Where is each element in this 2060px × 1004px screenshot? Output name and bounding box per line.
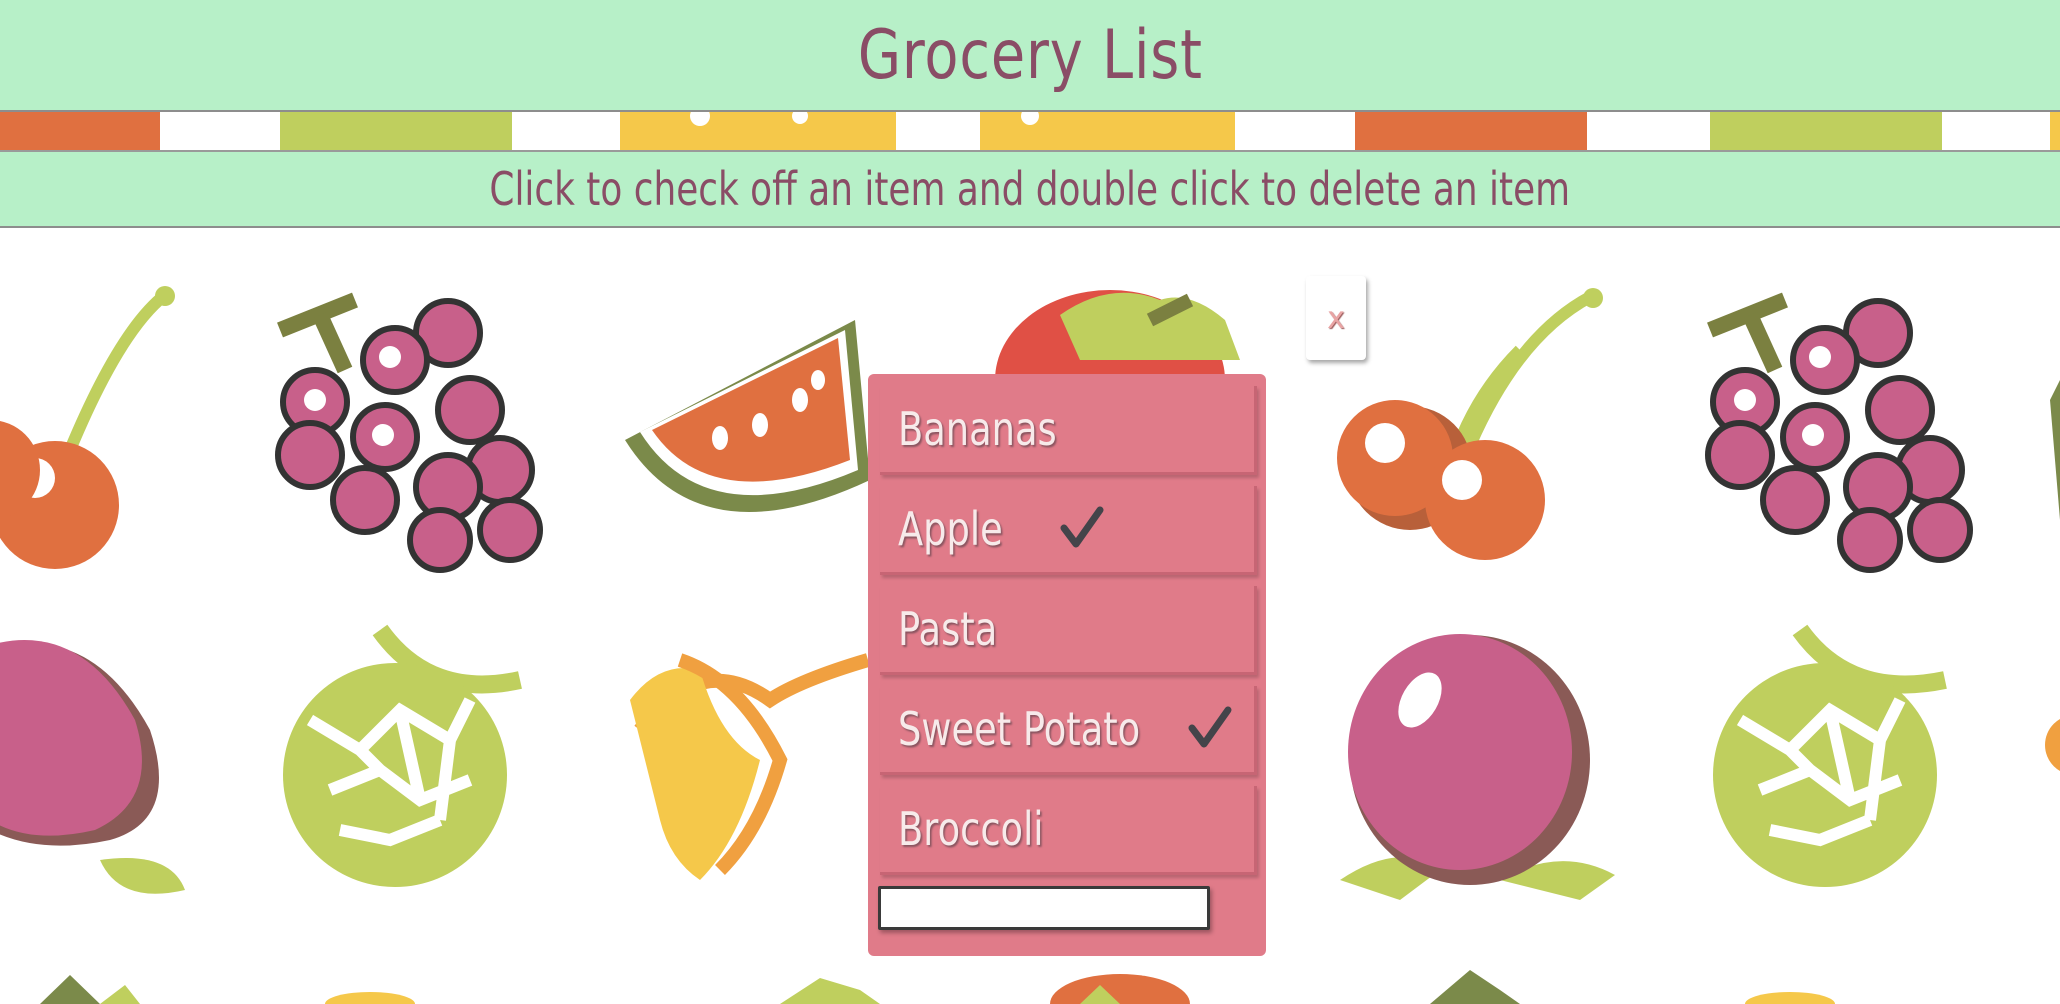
list-item-label: Bananas — [898, 402, 1057, 456]
watermelon-icon — [625, 320, 870, 512]
lemon-icon — [1745, 992, 1835, 1004]
new-item-input[interactable] — [878, 886, 1210, 930]
list-item-label: Broccoli — [898, 802, 1044, 856]
instructions-bar: Click to check off an item and double cl… — [0, 150, 2060, 228]
fruit-strip — [0, 106, 2060, 150]
peach-icon — [1340, 634, 1615, 900]
melon-icon — [283, 624, 522, 887]
grapes-icon — [275, 292, 543, 573]
list-item[interactable]: Broccoli — [880, 786, 1257, 875]
pineapple-icon — [1430, 970, 1520, 1004]
list-item-label: Apple — [898, 502, 1003, 556]
orange-icon — [2045, 719, 2060, 771]
checkmark-icon — [1060, 506, 1104, 548]
list-item-label: Pasta — [898, 602, 998, 656]
pineapple-icon — [780, 978, 880, 1004]
page-title: Grocery List — [857, 15, 1203, 95]
checkmark-icon — [1188, 706, 1232, 748]
cherry-icon — [0, 286, 175, 569]
list-item[interactable]: Sweet Potato — [880, 686, 1257, 775]
orange-icon — [1050, 974, 1190, 1004]
melon-icon — [1713, 624, 1947, 887]
peach-icon — [0, 640, 185, 894]
cherry-icon — [1337, 288, 1603, 560]
instructions-text: Click to check off an item and double cl… — [489, 162, 1571, 216]
watermelon-icon — [2050, 380, 2060, 520]
lemon-icon — [325, 992, 415, 1004]
close-button[interactable]: x — [1306, 276, 1366, 360]
close-icon: x — [1327, 300, 1345, 336]
grapes-icon — [1705, 292, 1973, 573]
app-header: Grocery List — [0, 0, 2060, 112]
list-item[interactable]: Bananas — [880, 386, 1257, 475]
list-item[interactable]: Apple — [880, 486, 1257, 575]
pineapple-icon — [40, 975, 140, 1004]
banana-icon — [630, 653, 870, 880]
list-item-label: Sweet Potato — [898, 702, 1141, 756]
grocery-list-panel: Bananas Apple Pasta Sweet Potato Broccol… — [868, 374, 1266, 956]
list-item[interactable]: Pasta — [880, 586, 1257, 675]
